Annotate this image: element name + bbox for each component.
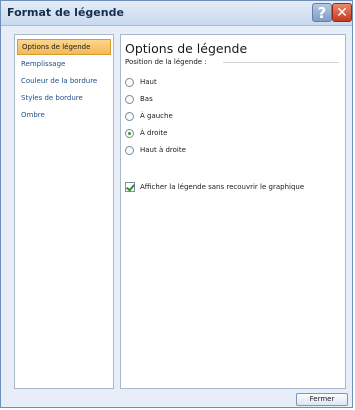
- options-panel: Options de légende Position de la légend…: [120, 34, 346, 389]
- sidebar-item-legend-options[interactable]: Options de légende: [17, 39, 111, 55]
- dialog-title: Format de légende: [7, 6, 124, 19]
- position-group-label: Position de la légende :: [125, 58, 207, 66]
- radio-right[interactable]: À droite: [125, 128, 325, 142]
- sidebar-item-shadow[interactable]: Ombre: [17, 107, 111, 123]
- radio-label[interactable]: À gauche: [140, 111, 173, 122]
- help-icon: ?: [317, 4, 327, 22]
- sidebar-item-fill[interactable]: Remplissage: [17, 56, 111, 72]
- checkbox-checked[interactable]: [125, 182, 135, 192]
- category-sidebar: Options de légende Remplissage Couleur d…: [14, 34, 114, 389]
- radio-label[interactable]: Haut: [140, 77, 157, 88]
- radio-left[interactable]: À gauche: [125, 111, 325, 125]
- radio-label[interactable]: Haut à droite: [140, 145, 186, 156]
- title-bar[interactable]: Format de légende ? ✕: [1, 1, 352, 26]
- radio-top[interactable]: Haut: [125, 77, 325, 91]
- radio-bottom[interactable]: Bas: [125, 94, 325, 108]
- close-button[interactable]: Fermer: [296, 393, 348, 406]
- group-divider: [223, 62, 339, 63]
- sidebar-item-border-color[interactable]: Couleur de la bordure: [17, 73, 111, 89]
- radio-button[interactable]: [125, 78, 134, 87]
- radio-label[interactable]: À droite: [140, 128, 167, 139]
- radio-top-right[interactable]: Haut à droite: [125, 145, 325, 159]
- help-button[interactable]: ?: [312, 3, 332, 22]
- checkbox-label[interactable]: Afficher la légende sans recouvrir le gr…: [140, 182, 304, 193]
- radio-button[interactable]: [125, 95, 134, 104]
- close-window-button[interactable]: ✕: [332, 3, 352, 22]
- radio-label[interactable]: Bas: [140, 94, 153, 105]
- close-icon: ✕: [336, 5, 348, 21]
- format-legend-dialog: Format de légende ? ✕ Options de légende…: [0, 0, 353, 408]
- panel-title: Options de légende: [125, 41, 248, 56]
- radio-button[interactable]: [125, 112, 134, 121]
- radio-button[interactable]: [125, 146, 134, 155]
- show-without-overlap-option[interactable]: Afficher la légende sans recouvrir le gr…: [125, 182, 345, 196]
- sidebar-item-border-styles[interactable]: Styles de bordure: [17, 90, 111, 106]
- radio-button-selected[interactable]: [125, 129, 134, 138]
